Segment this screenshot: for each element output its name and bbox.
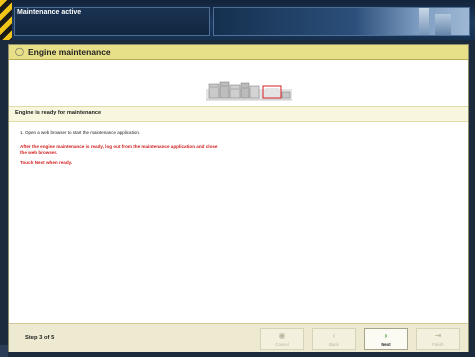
machine-panel <box>213 7 470 36</box>
banner-title: Maintenance active <box>17 9 82 16</box>
engine-diagram-icon <box>206 81 292 101</box>
finish-icon: ⇥ <box>434 331 442 340</box>
back-button[interactable]: ‹ Back <box>312 328 356 350</box>
chevron-right-icon: › <box>384 331 388 340</box>
dialog-header: ◯ Engine maintenance <box>9 45 468 60</box>
dialog-footer: Step 3 of 5 ◉ Cancel ‹ Back › Next ⇥ Fin… <box>9 323 468 352</box>
finish-button[interactable]: ⇥ Finish <box>416 328 460 350</box>
status-bar: Engine is ready for maintenance <box>9 106 468 122</box>
instruction-text: 1. Open a web browser to start the maint… <box>20 130 141 135</box>
cancel-icon: ◉ <box>278 331 286 340</box>
instructions: 1. Open a web browser to start the maint… <box>20 130 450 165</box>
engine-maintenance-dialog: ◯ Engine maintenance Engine is ready for… <box>8 44 469 352</box>
status-text: Engine is ready for maintenance <box>15 110 102 116</box>
chevron-left-icon: ‹ <box>332 331 336 340</box>
step-indicator: Step 3 of 5 <box>25 335 55 341</box>
hazard-stripe <box>0 0 12 40</box>
engine-illustration-area <box>9 60 468 106</box>
next-button[interactable]: › Next <box>364 328 408 350</box>
edge-decoration <box>0 345 8 357</box>
cancel-button[interactable]: ◉ Cancel <box>260 328 304 350</box>
warning-text: After the engine maintenance is ready, l… <box>20 144 218 155</box>
lightbulb-icon: ◯ <box>15 47 24 56</box>
prompt-text: Touch Next when ready. <box>20 160 73 166</box>
dialog-title: Engine maintenance <box>28 47 111 57</box>
top-banner: Maintenance active <box>0 0 475 40</box>
